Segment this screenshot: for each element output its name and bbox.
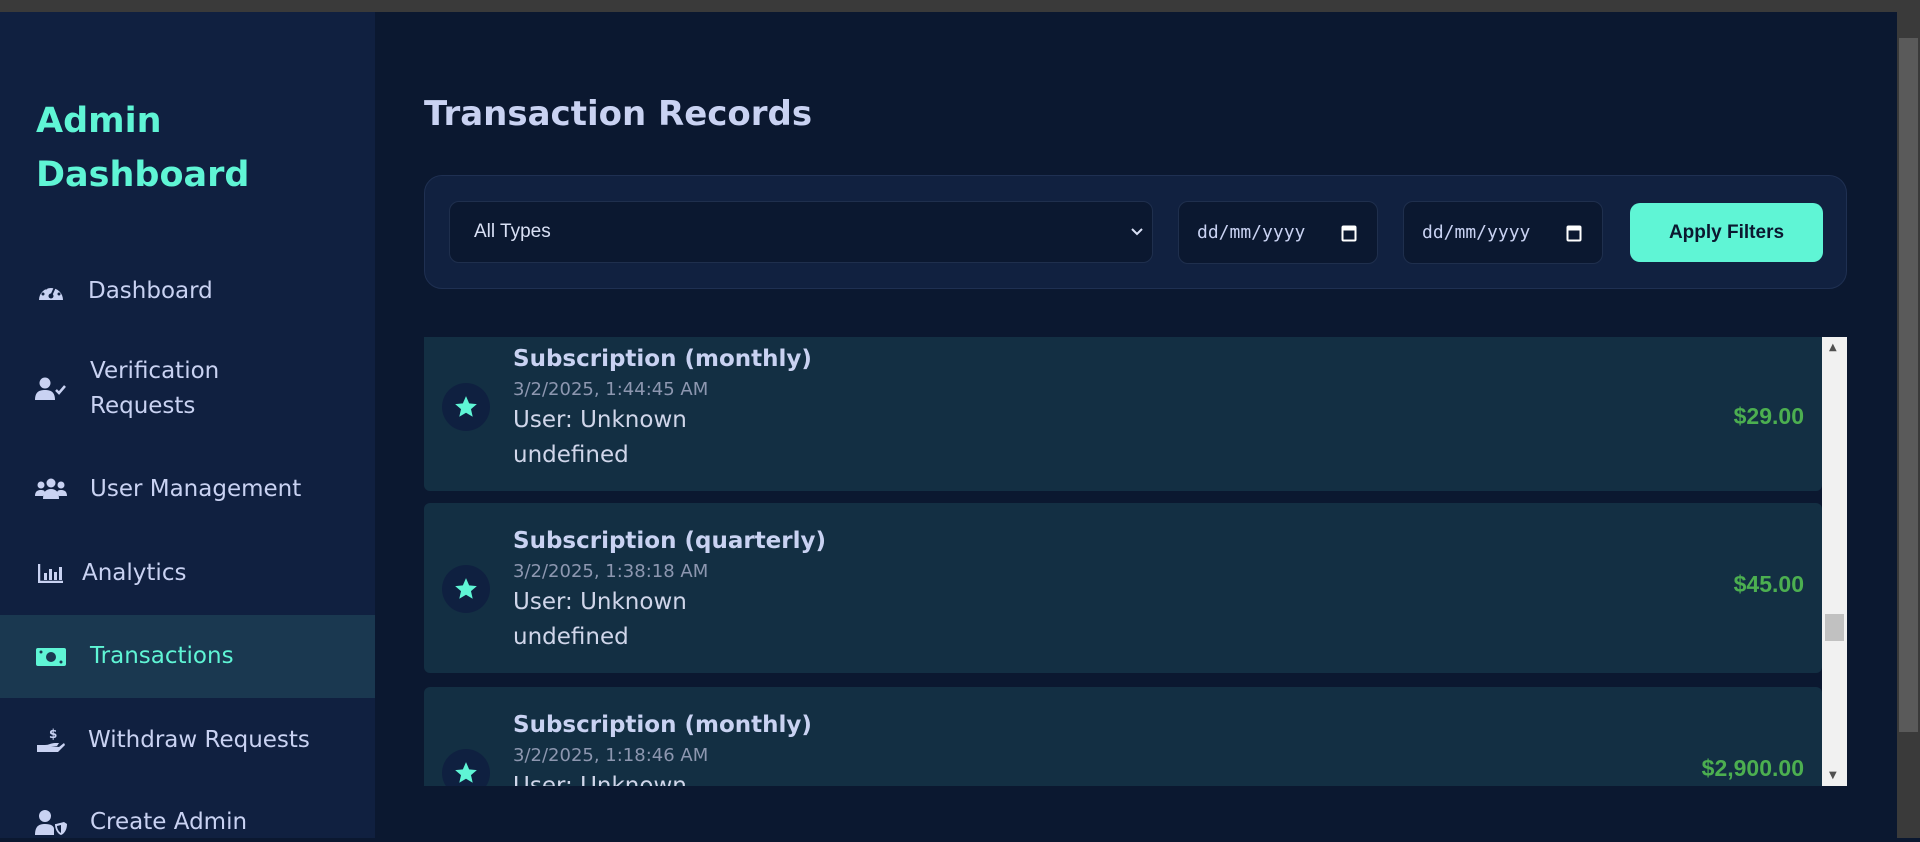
transaction-amount: $45.00 xyxy=(1733,571,1804,597)
transaction-title: Subscription (monthly) xyxy=(513,346,812,372)
start-date-placeholder: dd/mm/yyyy xyxy=(1197,222,1306,243)
filter-panel: All Types dd/mm/yyyy dd/mm/yyyy Apply Fi… xyxy=(424,175,1847,289)
users-icon xyxy=(34,478,68,500)
calendar-icon[interactable] xyxy=(1341,224,1357,247)
end-date-input[interactable]: dd/mm/yyyy xyxy=(1403,201,1603,264)
end-date-placeholder: dd/mm/yyyy xyxy=(1422,222,1531,243)
start-date-input[interactable]: dd/mm/yyyy xyxy=(1178,201,1378,264)
transaction-date: 3/2/2025, 1:44:45 AM xyxy=(513,379,709,400)
transaction-title: Subscription (monthly) xyxy=(513,712,812,738)
transaction-extra: undefined xyxy=(513,442,629,468)
user-check-icon xyxy=(34,377,68,401)
sidebar-item-label: Withdraw Requests xyxy=(88,726,310,753)
transaction-card: Subscription (monthly) 3/2/2025, 1:44:45… xyxy=(424,337,1822,491)
page-scrollbar-thumb[interactable] xyxy=(1899,38,1918,732)
sidebar-item-label: Dashboard xyxy=(88,277,213,304)
transaction-title: Subscription (quarterly) xyxy=(513,528,827,554)
calendar-icon[interactable] xyxy=(1566,224,1582,247)
hand-dollar-icon: $ xyxy=(34,727,68,753)
transaction-user: User: Unknown xyxy=(513,407,687,433)
transaction-extra: undefined xyxy=(513,624,629,650)
transaction-amount: $2,900.00 xyxy=(1701,755,1804,781)
sidebar-item-create-admin[interactable]: Create Admin xyxy=(0,802,375,842)
list-scrollbar[interactable]: ▲ ▼ xyxy=(1822,337,1847,786)
gauge-icon xyxy=(34,280,68,302)
scroll-up-arrow-icon[interactable]: ▲ xyxy=(1829,342,1837,353)
sidebar-item-withdraw-requests[interactable]: $ Withdraw Requests xyxy=(0,720,375,760)
transaction-list: Subscription (monthly) 3/2/2025, 1:44:45… xyxy=(424,337,1847,786)
chart-bar-icon xyxy=(34,563,68,583)
chevron-down-icon xyxy=(1130,220,1144,250)
star-icon xyxy=(442,749,490,786)
sidebar-item-analytics[interactable]: Analytics xyxy=(0,553,375,593)
transaction-amount: $29.00 xyxy=(1733,403,1804,429)
transaction-date: 3/2/2025, 1:38:18 AM xyxy=(513,561,709,582)
sidebar-item-label: User Management xyxy=(90,475,302,502)
sidebar-item-label: Create Admin xyxy=(90,808,248,835)
transaction-user: User: Unknown xyxy=(513,773,687,786)
transaction-card: Subscription (monthly) 3/2/2025, 1:18:46… xyxy=(424,687,1822,786)
star-icon xyxy=(442,565,490,613)
list-scrollbar-thumb[interactable] xyxy=(1825,614,1844,641)
sidebar-item-label: Verification Requests xyxy=(90,358,220,419)
user-shield-icon xyxy=(34,809,68,835)
transaction-user: User: Unknown xyxy=(513,589,687,615)
sidebar-item-verification-requests[interactable]: Verification Requests xyxy=(0,354,375,424)
scroll-down-arrow-icon[interactable]: ▼ xyxy=(1829,770,1837,781)
page-title: Transaction Records xyxy=(424,94,813,134)
transaction-date: 3/2/2025, 1:18:46 AM xyxy=(513,745,709,766)
brand-title: Admin Dashboard xyxy=(36,101,250,195)
page-scrollbar[interactable] xyxy=(1897,12,1920,838)
money-bill-icon xyxy=(34,646,68,668)
type-select[interactable]: All Types xyxy=(449,201,1153,263)
sidebar-item-user-management[interactable]: User Management xyxy=(0,469,375,509)
browser-top-bar xyxy=(0,0,1920,12)
star-icon xyxy=(442,383,490,431)
sidebar-item-label: Transactions xyxy=(90,643,234,669)
sidebar: Admin Dashboard Dashboard Verification R… xyxy=(0,12,375,838)
sidebar-item-transactions[interactable]: Transactions xyxy=(0,615,375,698)
apply-filters-button[interactable]: Apply Filters xyxy=(1630,203,1823,262)
sidebar-item-label: Analytics xyxy=(82,559,187,586)
svg-text:$: $ xyxy=(49,727,57,741)
sidebar-item-dashboard[interactable]: Dashboard xyxy=(0,271,375,311)
type-select-value: All Types xyxy=(474,221,551,242)
transaction-card: Subscription (quarterly) 3/2/2025, 1:38:… xyxy=(424,503,1822,673)
